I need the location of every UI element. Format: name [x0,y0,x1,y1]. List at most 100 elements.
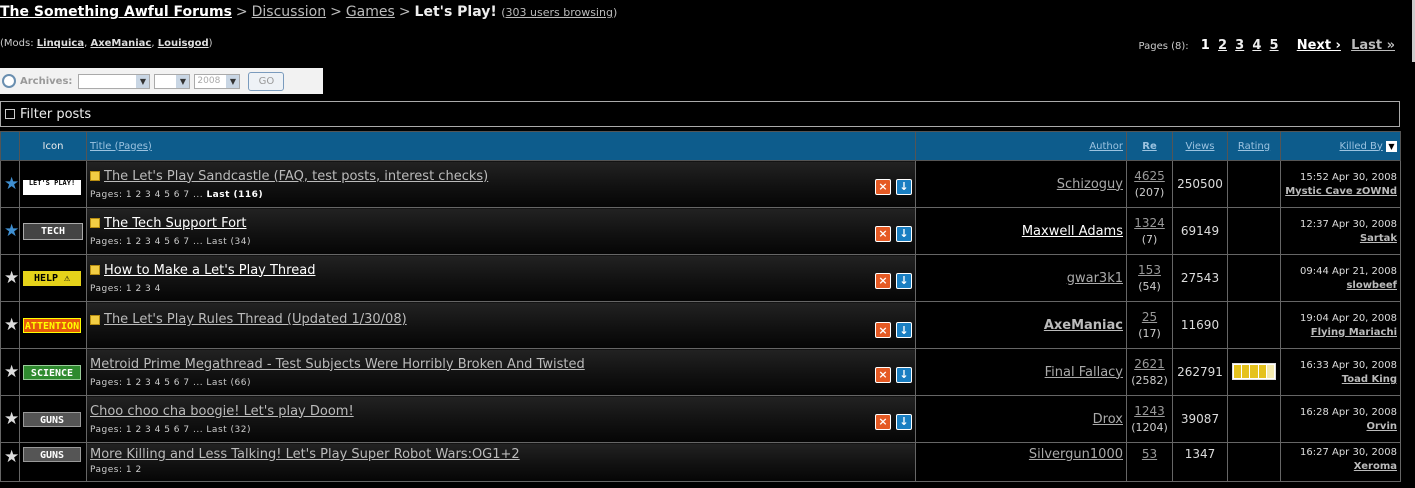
author-link[interactable]: Drox [1093,412,1123,427]
thread-pages-links[interactable]: Pages: 1 2 3 4 5 6 7 ... [90,190,203,200]
thread-list-table: Icon Title (Pages) Author Re Views Ratin… [0,131,1401,482]
last-poster-link[interactable]: Toad King [1284,374,1397,385]
close-icon[interactable]: × [875,366,891,383]
replies-cell: 53 [1126,442,1173,482]
breadcrumb-discussion-link[interactable]: Discussion [252,4,326,20]
thread-pages-links[interactable]: Pages: 1 2 3 4 5 6 7 ... Last (66) [90,378,251,388]
bookmark-star-icon[interactable]: ★ [0,395,20,443]
thread-title-link[interactable]: Metroid Prime Megathread - Test Subjects… [90,357,585,372]
sort-author-link[interactable]: Author [1089,141,1123,152]
thread-pages: Pages: 1 2 3 4 5 6 7 ... Last (32) [90,425,912,435]
arrow-down-icon[interactable]: ↓ [896,225,912,242]
archive-month-select[interactable]: ▼ [78,73,151,89]
author-link[interactable]: Schizoguy [1057,177,1123,192]
arrow-down-icon[interactable]: ↓ [896,366,912,383]
last-poster-link[interactable]: slowbeef [1284,280,1397,291]
last-poster-link[interactable]: Xeroma [1284,461,1397,472]
arrow-down-icon[interactable]: ↓ [896,413,912,430]
unread-count: (1204) [1131,421,1168,434]
bookmark-star-icon[interactable]: ★ [0,348,20,396]
archive-year-select[interactable]: 2008 ▼ [194,73,241,89]
thread-pages: Pages: 1 2 3 4 [90,284,912,294]
users-browsing-link[interactable]: 303 users browsing [506,6,613,19]
author-link[interactable]: gwar3k1 [1067,271,1123,286]
last-page-link[interactable]: Last » [1351,38,1395,53]
table-row: ★ ATTENTION × ↓ The Let's Play Rules Thre… [0,301,1401,349]
archive-go-button[interactable]: GO [248,71,285,91]
archive-day-select[interactable]: ▼ [154,73,191,89]
thread-title-link[interactable]: The Let's Play Sandcastle (FAQ, test pos… [104,169,488,184]
close-icon[interactable]: × [875,322,891,338]
guns-icon: GUNS [23,411,81,427]
thread-pages-links[interactable]: Pages: 1 2 3 4 [90,284,161,294]
thread-title-link[interactable]: The Tech Support Fort [104,216,247,231]
thread-pages-links[interactable]: Pages: 1 2 3 4 5 6 7 ... Last (34) [90,237,251,247]
replies-count-link[interactable]: 25 [1130,310,1169,324]
replies-count-link[interactable]: 153 [1130,263,1169,277]
thread-title-link[interactable]: More Killing and Less Talking! Let's Pla… [90,447,520,462]
mod-link[interactable]: Louisgod [158,38,209,49]
thread-pages-links[interactable]: Pages: 1 2 [90,465,142,475]
mod-link[interactable]: Linquica [37,38,84,49]
replies-count-link[interactable]: 1243 [1130,404,1169,418]
replies-count-link[interactable]: 1324 [1130,216,1169,230]
author-link[interactable]: Final Fallacy [1045,365,1123,380]
thread-pages-links[interactable]: Pages: 1 2 3 4 5 6 7 ... Last (32) [90,425,251,435]
author-link[interactable]: Silvergun1000 [1029,447,1123,462]
sort-order-icon[interactable]: ▼ [1386,140,1397,152]
page-2-link[interactable]: 2 [1218,38,1227,53]
mod-link[interactable]: AxeManiac [90,38,151,49]
close-icon[interactable]: × [875,178,891,195]
thread-pages: Pages: 1 2 3 4 5 6 7 ... Last (66) [90,378,912,388]
replies-count-link[interactable]: 53 [1130,447,1169,461]
arrow-down-icon[interactable]: ↓ [896,322,912,338]
author-link[interactable]: AxeManiac [1044,318,1123,333]
killed-by-cell: 16:27 Apr 30, 2008 Xeroma [1280,442,1401,482]
sort-killed-by-link[interactable]: Killed By [1339,141,1382,152]
chevron-down-icon: ▼ [226,74,240,88]
sort-title-link[interactable]: Title (Pages) [90,141,152,152]
bookmark-star-icon[interactable]: ★ [0,442,20,482]
bookmark-star-icon[interactable]: ★ [0,207,20,255]
last-poster-link[interactable]: Mystic Cave zOWNd [1284,186,1397,197]
thread-title-cell: × ↓ Metroid Prime Megathread - Test Subje… [86,348,916,396]
arrow-down-icon[interactable]: ↓ [896,272,912,289]
mods-suffix: ) [208,38,213,49]
page-3-link[interactable]: 3 [1235,38,1244,53]
thread-title-link[interactable]: Choo choo cha boogie! Let's play Doom! [90,404,354,419]
bookmark-star-icon[interactable]: ★ [0,254,20,302]
thread-icon-cell: TECH [19,207,87,255]
last-poster-link[interactable]: Orvin [1284,421,1398,432]
unread-count: (7) [1141,233,1158,246]
last-poster-link[interactable]: Sartak [1284,233,1397,244]
close-icon[interactable]: × [875,413,891,430]
archive-year-value: 2008 [197,76,221,86]
sort-views-link[interactable]: Views [1186,141,1215,152]
sort-rating-link[interactable]: Rating [1238,141,1270,152]
close-icon[interactable]: × [875,272,891,289]
rating-cell [1227,395,1281,443]
page-4-link[interactable]: 4 [1252,38,1261,53]
author-cell: Maxwell Adams [915,207,1127,255]
breadcrumb-games-link[interactable]: Games [346,4,395,20]
thread-title-link[interactable]: The Let's Play Rules Thread (Updated 1/3… [104,312,407,327]
breadcrumb-forums-link[interactable]: The Something Awful Forums [0,4,232,20]
thread-title-cell: × ↓ The Let's Play Sandcastle (FAQ, test … [86,160,916,208]
filter-posts-toggle[interactable]: Filter posts [0,101,1400,127]
rating-cell [1227,442,1281,482]
author-cell: Schizoguy [915,160,1127,208]
thread-title-link[interactable]: How to Make a Let's Play Thread [104,263,315,278]
last-poster-link[interactable]: Flying Mariachi [1284,327,1397,338]
author-link[interactable]: Maxwell Adams [1022,224,1123,239]
thread-last-page-link[interactable]: Last (116) [206,190,263,200]
next-page-link[interactable]: Next › [1297,38,1341,53]
replies-count-link[interactable]: 2621 [1130,357,1169,371]
bookmark-star-icon[interactable]: ★ [0,301,20,349]
arrow-down-icon[interactable]: ↓ [896,178,912,195]
close-icon[interactable]: × [875,225,891,242]
bookmark-star-icon[interactable]: ★ [0,160,20,208]
sort-replies-link[interactable]: Re [1142,141,1156,152]
replies-count-link[interactable]: 4625 [1130,169,1169,183]
page-5-link[interactable]: 5 [1270,38,1279,53]
header-star [0,131,20,161]
